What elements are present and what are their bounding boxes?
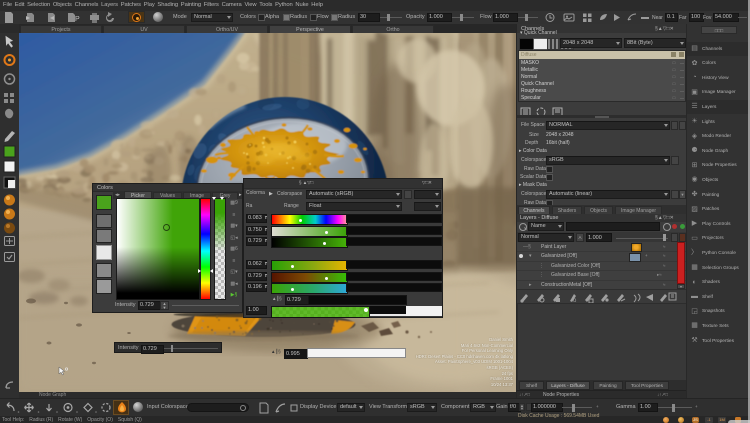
svg-text:P: P — [75, 16, 80, 23]
